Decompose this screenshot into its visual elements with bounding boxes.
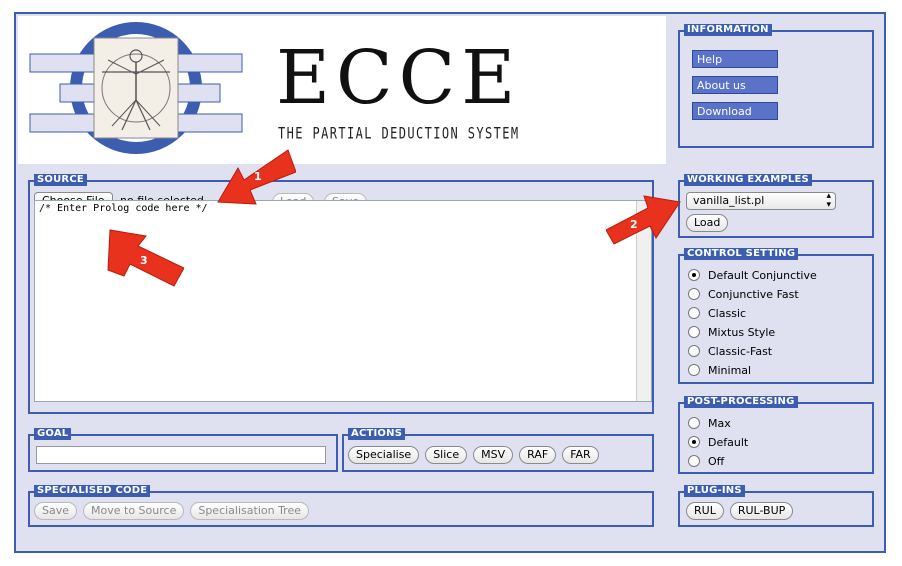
radio-minimal[interactable]: Minimal — [688, 361, 751, 379]
radio-mixtus-style[interactable]: Mixtus Style — [688, 323, 775, 341]
control-setting-legend: CONTROL SETTING — [684, 248, 799, 260]
specialise-button[interactable]: Specialise — [348, 446, 420, 464]
examples-select-value: vanilla_list.pl — [693, 194, 765, 207]
annotation-arrow-3: 3 — [107, 229, 184, 287]
move-to-source-button[interactable]: Move to Source — [83, 502, 185, 520]
annotation-arrow-1: 1 — [217, 149, 296, 205]
examples-select[interactable]: vanilla_list.pl ▴ ▾ — [686, 192, 836, 210]
source-legend: SOURCE — [34, 174, 87, 186]
actions-legend: ACTIONS — [348, 428, 406, 440]
plugins-legend: PLUG-INS — [684, 485, 745, 497]
slice-button[interactable]: Slice — [425, 446, 468, 464]
information-legend: INFORMATION — [684, 24, 772, 36]
radio-unchecked-icon[interactable] — [688, 326, 700, 338]
rul-button[interactable]: RUL — [686, 502, 724, 520]
annotation-number: 3 — [140, 254, 148, 267]
goal-legend: GOAL — [34, 428, 72, 440]
load-example-button[interactable]: Load — [686, 214, 729, 232]
raf-button[interactable]: RAF — [519, 446, 557, 464]
plugins-button-row: RUL RUL-BUP — [686, 502, 794, 520]
radio-unchecked-icon[interactable] — [688, 345, 700, 357]
radio-classic-fast[interactable]: Classic-Fast — [688, 342, 772, 360]
post-processing-legend: POST-PROCESSING — [684, 396, 798, 408]
radio-max[interactable]: Max — [688, 414, 731, 432]
annotation-arrow-2: 2 — [606, 195, 681, 245]
source-panel: SOURCE Choose File no file selected Load… — [28, 174, 654, 414]
working-examples-legend: WORKING EXAMPLES — [684, 174, 812, 186]
msv-button[interactable]: MSV — [473, 446, 514, 464]
radio-unchecked-icon[interactable] — [688, 455, 700, 467]
rul-bup-button[interactable]: RUL-BUP — [729, 502, 794, 520]
radio-label: Default Conjunctive — [708, 268, 817, 282]
app-subtitle: THE PARTIAL DEDUCTION SYSTEM — [278, 124, 520, 143]
radio-label: Classic-Fast — [708, 344, 773, 358]
help-button[interactable]: Help — [692, 50, 778, 68]
radio-label: Max — [708, 416, 731, 430]
radio-unchecked-icon[interactable] — [688, 307, 700, 319]
radio-unchecked-icon[interactable] — [688, 417, 700, 429]
specialisation-tree-button[interactable]: Specialisation Tree — [190, 502, 309, 520]
radio-classic[interactable]: Classic — [688, 304, 746, 322]
radio-off[interactable]: Off — [688, 452, 724, 470]
radio-label: Minimal — [708, 363, 752, 377]
post-processing-panel: POST-PROCESSING Max Default Off — [678, 396, 874, 474]
radio-checked-icon[interactable] — [688, 436, 700, 448]
source-code-text: /* Enter Prolog code here */ — [39, 203, 208, 214]
radio-default-conjunctive[interactable]: Default Conjunctive — [688, 266, 817, 284]
download-button[interactable]: Download — [692, 102, 778, 120]
radio-label: Off — [708, 454, 725, 468]
radio-label: Conjunctive Fast — [708, 287, 799, 301]
vitruvian-man-logo — [29, 22, 243, 154]
annotation-number: 2 — [630, 218, 638, 231]
radio-checked-icon[interactable] — [688, 269, 700, 281]
radio-label: Default — [708, 435, 749, 449]
radio-conjunctive-fast[interactable]: Conjunctive Fast — [688, 285, 799, 303]
far-button[interactable]: FAR — [562, 446, 599, 464]
actions-button-row: Specialise Slice MSV RAF FAR — [348, 446, 599, 464]
select-arrows-icon: ▴ ▾ — [826, 191, 831, 210]
annotation-number: 1 — [254, 170, 262, 183]
app-title: ECCE — [276, 35, 522, 121]
save-specialised-button[interactable]: Save — [34, 502, 78, 520]
specialised-code-legend: SPECIALISED CODE — [34, 485, 151, 497]
control-setting-panel: CONTROL SETTING Default Conjunctive Conj… — [678, 248, 874, 384]
specialised-code-button-row: Save Move to Source Specialisation Tree — [34, 502, 309, 520]
radio-label: Mixtus Style — [708, 325, 776, 339]
radio-default[interactable]: Default — [688, 433, 748, 451]
radio-unchecked-icon[interactable] — [688, 288, 700, 300]
information-panel: INFORMATION Help About us Download — [678, 24, 874, 148]
goal-input[interactable] — [36, 446, 326, 464]
actions-panel: ACTIONS Specialise Slice MSV RAF FAR — [342, 428, 654, 472]
radio-label: Classic — [708, 306, 747, 320]
specialised-code-panel: SPECIALISED CODE Save Move to Source Spe… — [28, 485, 654, 527]
working-examples-panel: WORKING EXAMPLES vanilla_list.pl ▴ ▾ Load — [678, 174, 874, 238]
goal-panel: GOAL — [28, 428, 338, 472]
about-us-button[interactable]: About us — [692, 76, 778, 94]
radio-unchecked-icon[interactable] — [688, 364, 700, 376]
plugins-panel: PLUG-INS RUL RUL-BUP — [678, 485, 874, 527]
